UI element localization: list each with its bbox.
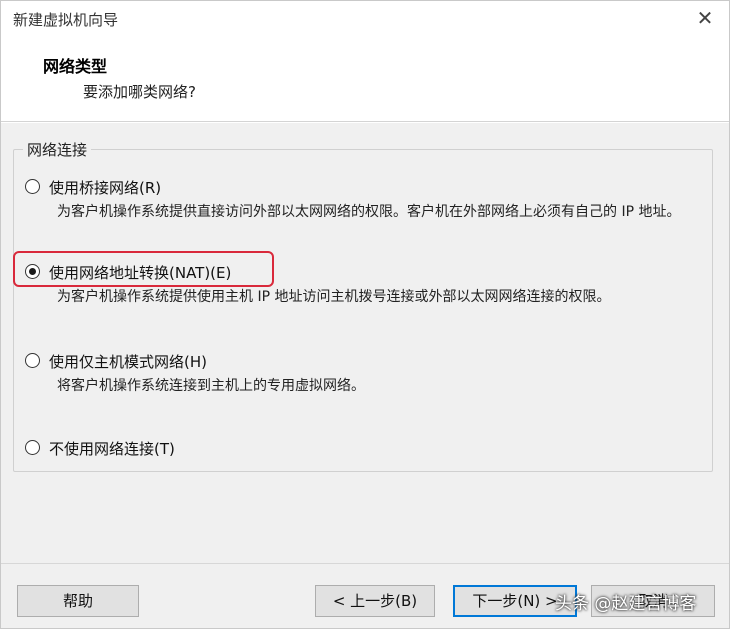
option-bridged-description: 为客户机操作系统提供直接访问外部以太网网络的权限。客户机在外部网络上必须有自己的… bbox=[57, 204, 681, 220]
group-legend: 网络连接 bbox=[23, 139, 92, 160]
header-separator bbox=[1, 122, 729, 123]
wizard-window: 新建虚拟机向导 ✕ 网络类型 要添加哪类网络? 网络连接 使用桥接网络(R) 为… bbox=[0, 0, 730, 629]
title-bar: 新建虚拟机向导 ✕ bbox=[1, 1, 729, 37]
radio-nat[interactable] bbox=[25, 264, 40, 279]
option-nat-description: 为客户机操作系统提供使用主机 IP 地址访问主机拨号连接或外部以太网网络连接的权… bbox=[57, 289, 611, 305]
radio-host-only[interactable] bbox=[25, 353, 40, 368]
option-host-only-label[interactable]: 使用仅主机模式网络(H) bbox=[49, 351, 207, 372]
page-title: 网络类型 bbox=[43, 57, 108, 76]
wizard-header: 网络类型 要添加哪类网络? bbox=[1, 37, 729, 122]
help-button[interactable]: 帮助 bbox=[17, 585, 139, 617]
watermark-text: 头条 @赵建言博客 bbox=[555, 594, 697, 614]
option-no-network-label[interactable]: 不使用网络连接(T) bbox=[49, 438, 175, 459]
option-nat-label[interactable]: 使用网络地址转换(NAT)(E) bbox=[49, 262, 231, 283]
option-host-only-description: 将客户机操作系统连接到主机上的专用虚拟网络。 bbox=[57, 378, 365, 394]
option-bridged-label[interactable]: 使用桥接网络(R) bbox=[49, 177, 161, 198]
back-button[interactable]: < 上一步(B) bbox=[315, 585, 435, 617]
page-subtitle: 要添加哪类网络? bbox=[83, 83, 196, 101]
radio-no-network[interactable] bbox=[25, 440, 40, 455]
close-icon[interactable]: ✕ bbox=[691, 5, 719, 31]
footer-separator bbox=[1, 563, 729, 564]
window-title: 新建虚拟机向导 bbox=[13, 11, 119, 29]
radio-bridged[interactable] bbox=[25, 179, 40, 194]
